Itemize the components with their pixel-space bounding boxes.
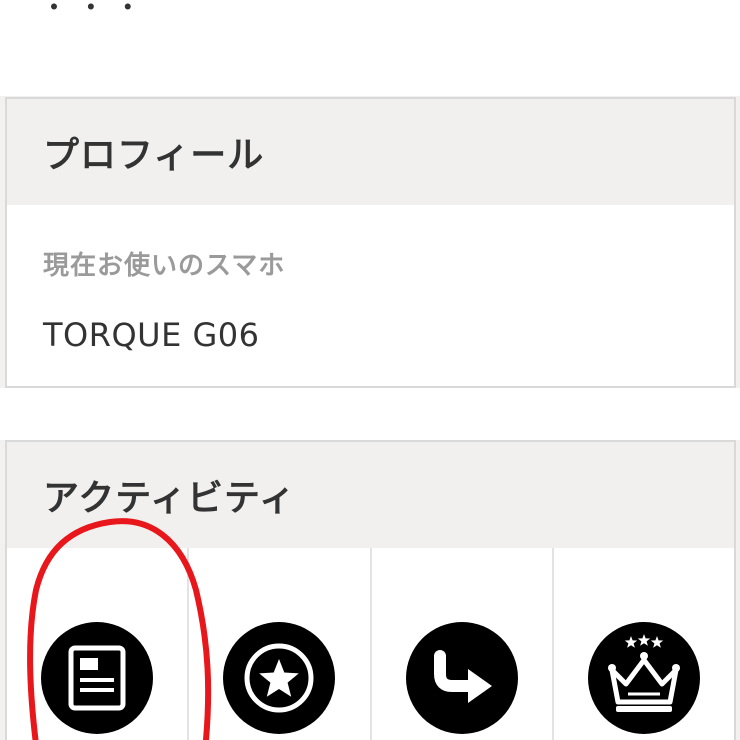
activity-title: アクティビティ bbox=[43, 478, 296, 519]
phone-value: TORQUE G06 bbox=[43, 316, 260, 354]
share-arrow-icon bbox=[405, 622, 518, 734]
top-strip: ・ ・ ・ bbox=[0, 0, 740, 96]
activity-item-posts[interactable] bbox=[7, 548, 190, 740]
activity-item-favorites[interactable] bbox=[189, 548, 372, 740]
profile-card: プロフィール 現在お使いのスマホ TORQUE G06 bbox=[5, 97, 736, 388]
profile-header: プロフィール bbox=[7, 99, 734, 205]
cutoff-text: ・ ・ ・ bbox=[40, 0, 142, 24]
page: ・ ・ ・ プロフィール 現在お使いのスマホ TORQUE G06 アクティビテ… bbox=[0, 0, 740, 740]
activity-header: アクティビティ bbox=[7, 442, 734, 548]
crown-icon bbox=[587, 622, 700, 734]
phone-label: 現在お使いのスマホ bbox=[43, 251, 286, 281]
profile-body: 現在お使いのスマホ TORQUE G06 bbox=[7, 245, 734, 354]
activity-card: アクティビティ bbox=[5, 440, 736, 740]
activity-item-ranking[interactable] bbox=[554, 548, 734, 740]
activity-grid bbox=[7, 548, 734, 740]
article-icon bbox=[41, 622, 154, 734]
section-gap bbox=[0, 388, 740, 440]
star-badge-icon bbox=[223, 622, 336, 734]
profile-title: プロフィール bbox=[43, 135, 265, 176]
activity-item-shares[interactable] bbox=[372, 548, 554, 740]
